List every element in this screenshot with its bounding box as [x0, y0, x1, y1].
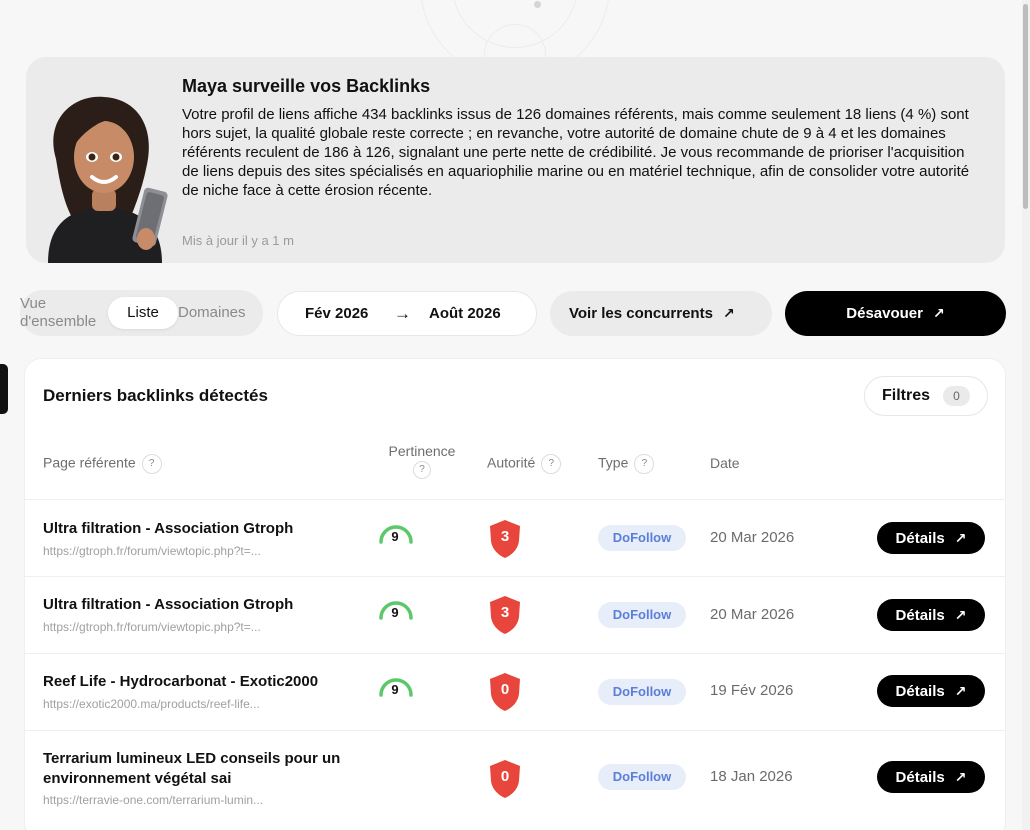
external-arrow-icon: ↗ — [954, 769, 967, 785]
authority-shield: 3 — [488, 519, 522, 559]
date-from[interactable]: Fév 2026 — [305, 305, 368, 322]
relevance-score: 9 — [391, 605, 399, 620]
row-page-url[interactable]: https://terravie-one.com/terrarium-lumin… — [43, 793, 263, 807]
row-page-url[interactable]: https://exotic2000.ma/products/reef-life… — [43, 697, 260, 711]
row-page-title[interactable]: Ultra filtration - Association Gtroph — [43, 595, 293, 615]
column-header-authority[interactable]: Autorité? — [487, 454, 562, 474]
details-button[interactable]: Détails ↗ — [877, 522, 985, 554]
external-arrow-icon: ↗ — [932, 305, 945, 321]
maya-updated-time: Mis à jour il y a 1 m — [182, 233, 294, 248]
view-competitors-label: Voir les concurrents — [569, 305, 713, 322]
column-header-date[interactable]: Date — [710, 455, 740, 471]
link-type-badge: DoFollow — [598, 525, 686, 551]
row-page-title[interactable]: Reef Life - Hydrocarbonat - Exotic2000 — [43, 672, 318, 692]
authority-score: 0 — [500, 681, 510, 698]
authority-shield: 0 — [488, 672, 522, 712]
link-type-badge: DoFollow — [598, 602, 686, 628]
table-title: Derniers backlinks détectés — [43, 386, 268, 405]
row-date: 20 Mar 2026 — [710, 606, 795, 623]
table-row[interactable]: Reef Life - Hydrocarbonat - Exotic2000 h… — [25, 653, 1005, 730]
row-page-title[interactable]: Ultra filtration - Association Gtroph — [43, 519, 293, 539]
view-option-domains[interactable]: Domaines — [178, 304, 246, 321]
row-date: 20 Mar 2026 — [710, 529, 795, 546]
details-button[interactable]: Détails ↗ — [877, 675, 985, 707]
authority-score: 3 — [500, 528, 510, 545]
external-arrow-icon: ↗ — [722, 305, 735, 321]
filters-button[interactable]: Filtres 0 — [864, 376, 988, 416]
help-icon[interactable]: ? — [141, 454, 162, 474]
external-arrow-icon: ↗ — [954, 607, 967, 623]
relevance-gauge: 9 — [377, 594, 415, 624]
row-page-url[interactable]: https://gtroph.fr/forum/viewtopic.php?t=… — [43, 620, 261, 634]
table-row[interactable]: Ultra filtration - Association Gtroph ht… — [25, 499, 1005, 576]
arrow-right-icon: → — [394, 304, 411, 323]
background-decoration — [534, 1, 541, 8]
relevance-score: 9 — [391, 529, 399, 544]
filters-label: Filtres — [882, 387, 931, 404]
table-row[interactable]: Terrarium lumineux LED conseils pour un … — [25, 730, 1005, 830]
scrollbar[interactable] — [1022, 0, 1030, 830]
date-to[interactable]: Août 2026 — [429, 305, 501, 322]
details-button[interactable]: Détails ↗ — [877, 599, 985, 631]
view-competitors-button[interactable]: Voir les concurrents ↗ — [550, 291, 772, 336]
maya-title: Maya surveille vos Backlinks — [182, 76, 431, 96]
help-icon[interactable]: ? — [634, 454, 655, 474]
filters-count-badge: 0 — [943, 386, 970, 406]
external-arrow-icon: ↗ — [954, 683, 967, 699]
external-arrow-icon: ↗ — [954, 530, 967, 546]
disavow-button[interactable]: Désavouer ↗ — [785, 291, 1006, 336]
row-date: 18 Jan 2026 — [710, 768, 793, 785]
maya-insight-card: Maya surveille vos Backlinks Votre profi… — [26, 57, 1005, 263]
row-date: 19 Fév 2026 — [710, 682, 794, 699]
view-option-overview[interactable]: Vue d'ensemble — [20, 295, 120, 331]
authority-shield: 0 — [488, 759, 522, 799]
help-icon[interactable]: ? — [541, 454, 562, 474]
table-row[interactable]: Ultra filtration - Association Gtroph ht… — [25, 576, 1005, 653]
scrollbar-thumb[interactable] — [1023, 4, 1028, 209]
column-header-page[interactable]: Page référente? — [43, 454, 162, 474]
backlinks-table-card: Derniers backlinks détectés Filtres 0 Pa… — [25, 359, 1005, 830]
maya-avatar — [48, 96, 168, 263]
view-option-list[interactable]: Liste — [108, 297, 178, 329]
date-range-picker[interactable]: Fév 2026 → Août 2026 — [277, 291, 537, 336]
column-header-relevance[interactable]: Pertinence ? — [377, 443, 467, 479]
authority-score: 3 — [500, 604, 510, 621]
column-header-type[interactable]: Type? — [598, 454, 655, 474]
relevance-gauge: 9 — [377, 518, 415, 548]
link-type-badge: DoFollow — [598, 679, 686, 705]
view-toggle: Vue d'ensemble Liste Domaines — [20, 290, 263, 336]
side-panel-handle[interactable] — [0, 364, 8, 414]
link-type-badge: DoFollow — [598, 764, 686, 790]
authority-score: 0 — [500, 768, 510, 785]
maya-summary: Votre profil de liens affiche 434 backli… — [182, 106, 970, 199]
row-page-title[interactable]: Terrarium lumineux LED conseils pour un … — [43, 749, 383, 789]
relevance-gauge: 9 — [377, 671, 415, 701]
row-page-url[interactable]: https://gtroph.fr/forum/viewtopic.php?t=… — [43, 544, 261, 558]
disavow-label: Désavouer — [846, 305, 923, 322]
authority-shield: 3 — [488, 595, 522, 635]
details-button[interactable]: Détails ↗ — [877, 761, 985, 793]
help-icon[interactable]: ? — [413, 461, 431, 479]
relevance-score: 9 — [391, 682, 399, 697]
